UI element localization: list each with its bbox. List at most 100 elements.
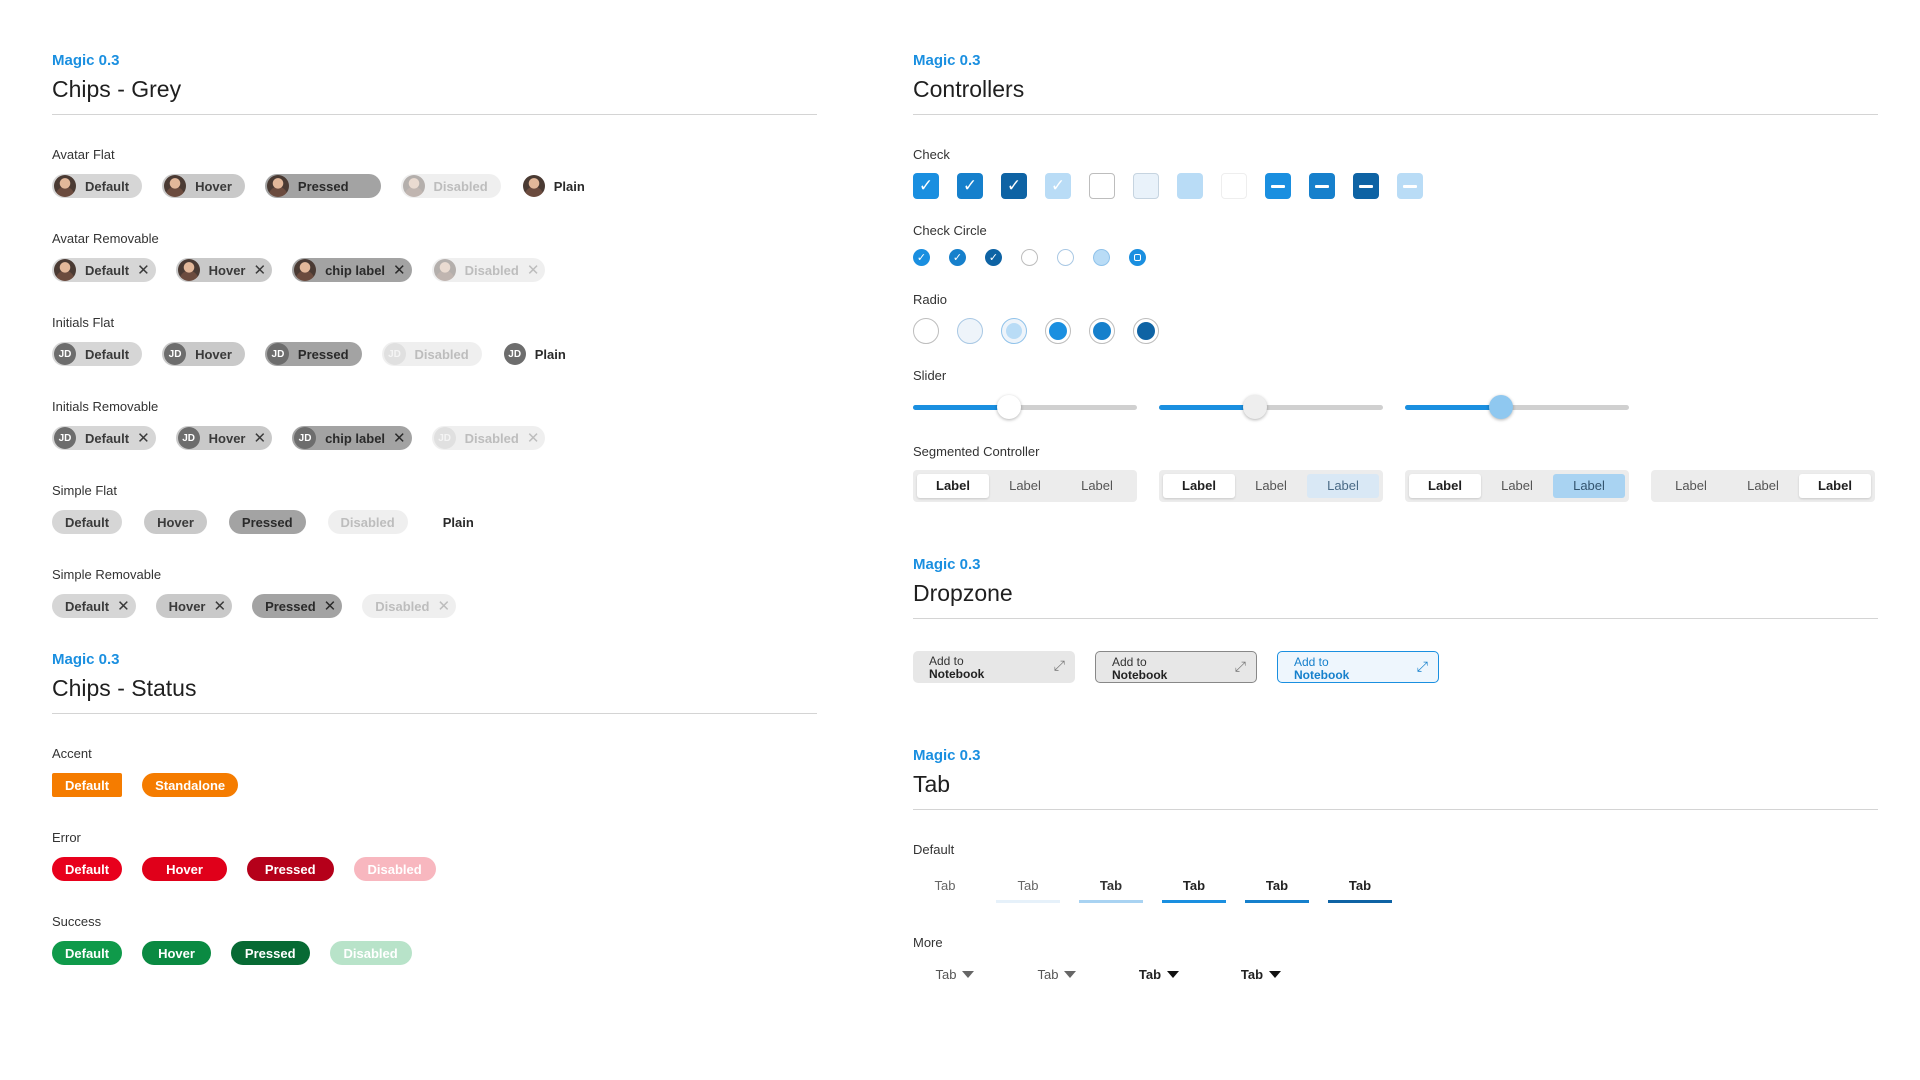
checkbox-indeterminate-hover[interactable] — [1309, 173, 1335, 199]
avatar-flat-hover-chip[interactable]: Hover — [162, 174, 245, 198]
simple-flat-hover-chip[interactable]: Hover — [144, 510, 207, 534]
close-icon[interactable]: ✕ — [137, 431, 150, 446]
dropzone-active[interactable]: Add to Notebook ⤢ — [1277, 651, 1439, 683]
avatar-flat-default-chip[interactable]: Default — [52, 174, 143, 198]
simple-flat-plain-chip[interactable]: Plain — [430, 510, 487, 534]
radio-on-default[interactable] — [1045, 318, 1071, 344]
segment-option[interactable]: Label — [1481, 474, 1553, 498]
radio-off-default[interactable] — [913, 318, 939, 344]
close-icon[interactable]: ✕ — [254, 431, 267, 446]
close-icon[interactable]: ✕ — [254, 263, 267, 278]
success-pressed-chip[interactable]: Pressed — [230, 941, 310, 965]
check-circle-checked-pressed[interactable]: ✓ — [985, 249, 1002, 266]
slider-thumb[interactable] — [1489, 395, 1513, 419]
slider-hover[interactable] — [1159, 394, 1383, 420]
check-circle-checked-default[interactable]: ✓ — [913, 249, 930, 266]
simple-flat-pressed-chip[interactable]: Pressed — [228, 510, 306, 534]
segment-option[interactable]: Label — [1163, 474, 1235, 498]
tab-item-selected-hover[interactable]: Tab — [1245, 878, 1309, 903]
tab-item-selected[interactable]: Tab — [1162, 878, 1226, 903]
segment-option[interactable]: Label — [1307, 474, 1379, 498]
success-hover-chip[interactable]: Hover — [142, 941, 211, 965]
tab-more-selected[interactable]: Tab — [1117, 967, 1201, 982]
tab-item-selected-pressed[interactable]: Tab — [1328, 878, 1392, 903]
check-circle-group: Check Circle ✓ ✓ ✓ — [913, 223, 1878, 266]
avatar-removable-hover-chip[interactable]: Hover ✕ — [175, 258, 273, 282]
segment-option[interactable]: Label — [1553, 474, 1625, 498]
initials-flat-pressed-chip[interactable]: JD Pressed — [264, 342, 362, 366]
slider-thumb[interactable] — [1243, 395, 1267, 419]
avatar-removable-default-chip[interactable]: Default ✕ — [52, 258, 156, 282]
tab-item-default[interactable]: Tab — [913, 878, 977, 903]
initials-removable-default-chip[interactable]: JD Default ✕ — [52, 426, 156, 450]
avatar-flat-plain-chip[interactable]: Plain — [521, 174, 598, 198]
close-icon[interactable]: ✕ — [117, 599, 130, 614]
dropzone-line2: Notebook — [929, 667, 985, 681]
slider-thumb[interactable] — [997, 395, 1021, 419]
error-hover-chip[interactable]: Hover — [142, 857, 227, 881]
error-default-chip[interactable]: Default — [52, 857, 123, 881]
radio-off-pressed[interactable] — [1001, 318, 1027, 344]
segment-option[interactable]: Label — [1799, 474, 1871, 498]
close-icon[interactable]: ✕ — [393, 263, 406, 278]
initials-flat-hover-chip[interactable]: JD Hover — [162, 342, 245, 366]
check-circle-unchecked-default[interactable] — [1021, 249, 1038, 266]
slider-pressed[interactable] — [1405, 394, 1629, 420]
checkbox-checked-pressed[interactable]: ✓ — [1001, 173, 1027, 199]
chip-label: Disabled — [464, 262, 519, 278]
accent-default-chip[interactable]: Default — [52, 773, 123, 797]
segment-option[interactable]: Label — [1235, 474, 1307, 498]
close-icon[interactable]: ✕ — [324, 599, 337, 614]
checkbox-unchecked-pressed[interactable] — [1177, 173, 1203, 199]
radio-off-hover[interactable] — [957, 318, 983, 344]
segment-option[interactable]: Label — [917, 474, 989, 498]
initials-flat-plain-chip[interactable]: JD Plain — [502, 342, 579, 366]
checkbox-indeterminate-pressed[interactable] — [1353, 173, 1379, 199]
tab-item-pressed[interactable]: Tab — [1079, 878, 1143, 903]
tab-more-group: More Tab Tab Tab Tab — [913, 935, 1878, 982]
simple-removable-pressed-chip[interactable]: Pressed ✕ — [252, 594, 343, 618]
avatar-flat-pressed-chip[interactable]: Pressed — [264, 174, 381, 198]
tab-more-selected-pressed[interactable]: Tab — [1219, 967, 1303, 982]
accent-standalone-chip[interactable]: Standalone — [142, 773, 239, 797]
tab-more-hover[interactable]: Tab — [1015, 967, 1099, 982]
close-icon[interactable]: ✕ — [393, 431, 406, 446]
success-default-chip[interactable]: Default — [52, 941, 123, 965]
checkbox-checked-hover[interactable]: ✓ — [957, 173, 983, 199]
dropzone-default[interactable]: Add to Notebook ⤢ — [913, 651, 1075, 683]
chip-label: Default — [85, 346, 130, 362]
checkbox-unchecked-hover[interactable] — [1133, 173, 1159, 199]
checkbox-indeterminate-default[interactable] — [1265, 173, 1291, 199]
controllers-title: Controllers — [913, 76, 1025, 102]
initials-flat-default-chip[interactable]: JD Default — [52, 342, 143, 366]
segmented-controller-2: Label Label Label — [1159, 470, 1383, 502]
tab-more-default[interactable]: Tab — [913, 967, 997, 982]
check-circle-unchecked-pressed[interactable] — [1093, 249, 1110, 266]
simple-flat-default-chip[interactable]: Default — [52, 510, 123, 534]
dropzone-hover[interactable]: Add to Notebook ⤢ — [1095, 651, 1257, 683]
close-icon[interactable]: ✕ — [214, 599, 227, 614]
close-icon[interactable]: ✕ — [137, 263, 150, 278]
tab-item-hover[interactable]: Tab — [996, 878, 1060, 903]
avatar-removable-disabled-chip: Disabled ✕ — [431, 258, 546, 282]
segment-option[interactable]: Label — [1409, 474, 1481, 498]
checkbox-unchecked-default[interactable] — [1089, 173, 1115, 199]
slider-default[interactable] — [913, 394, 1137, 420]
error-pressed-chip[interactable]: Pressed — [246, 857, 334, 881]
radio-dot — [1006, 323, 1022, 339]
chip-label: Default — [65, 598, 110, 614]
radio-on-hover[interactable] — [1089, 318, 1115, 344]
segment-option[interactable]: Label — [989, 474, 1061, 498]
simple-removable-hover-chip[interactable]: Hover ✕ — [155, 594, 233, 618]
radio-on-pressed[interactable] — [1133, 318, 1159, 344]
simple-removable-default-chip[interactable]: Default ✕ — [52, 594, 136, 618]
avatar-removable-pressed-chip[interactable]: chip label ✕ — [292, 258, 412, 282]
initials-removable-hover-chip[interactable]: JD Hover ✕ — [175, 426, 273, 450]
segment-option[interactable]: Label — [1727, 474, 1799, 498]
segment-option[interactable]: Label — [1655, 474, 1727, 498]
check-circle-unchecked-hover[interactable] — [1057, 249, 1074, 266]
segment-option[interactable]: Label — [1061, 474, 1133, 498]
check-circle-checked-hover[interactable]: ✓ — [949, 249, 966, 266]
checkbox-checked-default[interactable]: ✓ — [913, 173, 939, 199]
initials-removable-pressed-chip[interactable]: JD chip label ✕ — [292, 426, 412, 450]
